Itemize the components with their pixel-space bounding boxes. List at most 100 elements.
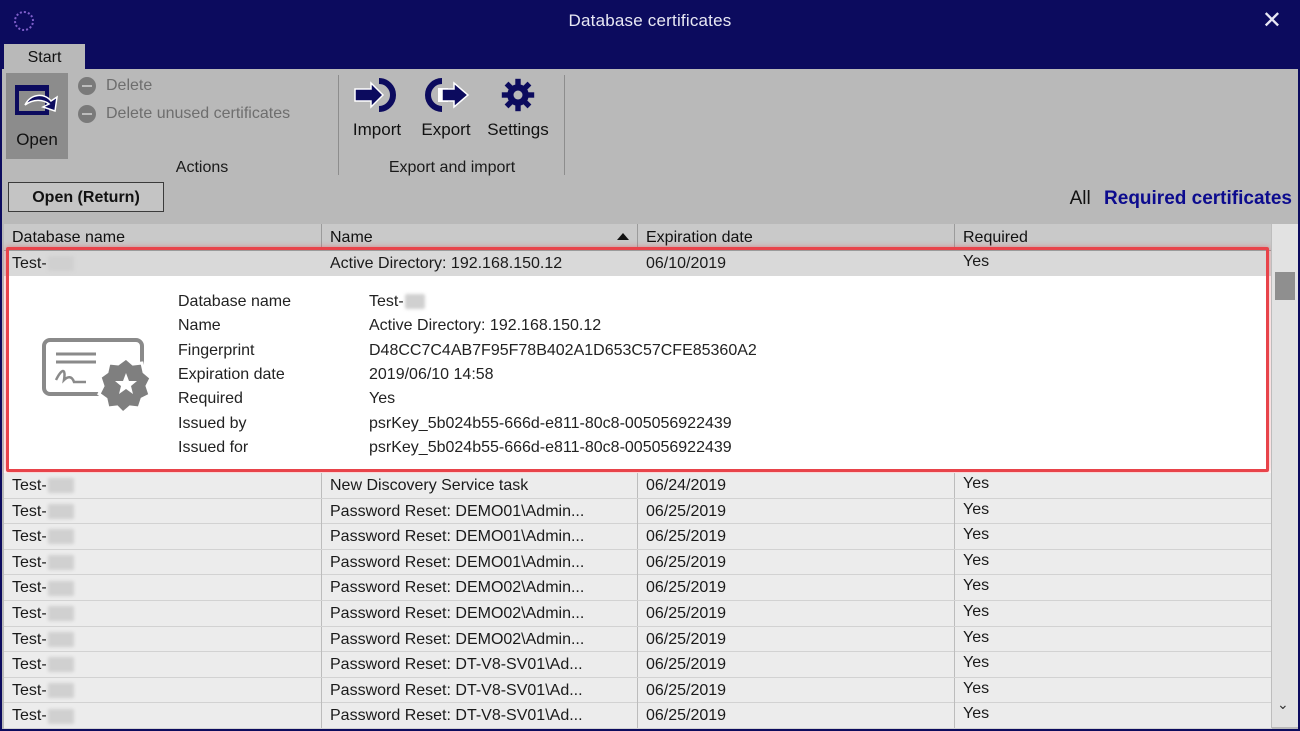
delete-button[interactable]: Delete [78,77,152,95]
cell-expiration-date: 06/25/2019 [638,549,955,575]
delete-unused-icon [78,105,96,123]
cell-database-name: Test- [4,626,322,652]
cell-database-name: Test- [4,498,322,524]
open-return-button[interactable]: Open (Return) [8,182,164,212]
cell-name: New Discovery Service task [322,473,638,498]
import-button-label: Import [352,120,402,139]
filter-all-link[interactable]: All [1070,188,1091,209]
table-row[interactable]: Test- Password Reset: DEMO02\Admin... 06/2… [4,626,1272,653]
cell-database-name: Test- [4,473,322,498]
cell-database-name: Test- [4,575,322,601]
group-separator [338,75,339,175]
cell-required: Yes [955,626,1272,652]
cell-expiration-date: 06/25/2019 [638,524,955,550]
table-row[interactable]: Test- New Discovery Service task 06/24/201… [4,473,1272,499]
ribbon-tab-strip [2,42,1298,69]
open-button-label: Open [16,130,58,149]
cell-expiration-date: 06/25/2019 [638,626,955,652]
table-row[interactable]: Test- Password Reset: DT-V8-SV01\Ad... 06/… [4,677,1272,704]
cell-expiration-date: 06/25/2019 [638,575,955,601]
cell-required: Yes [955,498,1272,524]
delete-button-label: Delete [106,77,153,94]
redacted-text [47,503,74,519]
import-icon [354,78,396,112]
cell-database-name: Test- [4,524,322,550]
cell-name: Password Reset: DT-V8-SV01\Ad... [322,677,638,703]
detail-label-required: Required [178,390,243,407]
cell-required: Yes [955,601,1272,626]
detail-label-issued-for: Issued for [178,439,249,456]
settings-button[interactable]: Settings [482,77,554,140]
open-icon [15,85,58,115]
import-button[interactable]: Import [346,77,408,140]
table-row[interactable]: Test- Password Reset: DEMO02\Admin... 06/2… [4,601,1272,627]
redacted-text [47,631,74,647]
cell-database-name: Test- [4,652,322,678]
certificate-icon [42,338,153,414]
sort-ascending-icon [617,233,629,240]
table-row[interactable]: Test- Password Reset: DT-V8-SV01\Ad... 06/… [4,703,1272,729]
cell-name: Password Reset: DEMO01\Admin... [322,524,638,550]
tab-start[interactable]: Start [4,44,85,71]
filter-required-link[interactable]: Required certificates [1104,188,1292,209]
cell-expiration-date: 06/24/2019 [638,473,955,498]
detail-value-name: Active Directory: 192.168.150.12 [369,317,602,334]
scroll-down-icon[interactable]: ⌄ [1277,696,1289,713]
cell-expiration-date: 06/25/2019 [638,677,955,703]
ribbon: Open Delete Delete unused certificates A… [2,69,1298,181]
title-bar: Database certificates ✕ [2,2,1298,42]
redacted-text [47,529,74,545]
cell-required: Yes [955,524,1272,550]
cell-required: Yes [955,677,1272,703]
cell-expiration-date: 06/25/2019 [638,498,955,524]
redacted-text [47,478,74,494]
cell-database-name: Test- [4,677,322,703]
delete-icon [78,77,96,95]
cell-required: Yes [955,652,1272,678]
cell-expiration-date: 06/25/2019 [638,652,955,678]
database-certificates-window: Database certificates ✕ Start Open Delet… [0,0,1300,731]
cell-name: Password Reset: DEMO01\Admin... [322,498,638,524]
delete-unused-button-label: Delete unused certificates [106,105,291,122]
cell-database-name: Test- [4,549,322,575]
secondary-toolbar: Open (Return) All Required certificates [2,180,1298,222]
scrollbar-thumb[interactable] [1275,272,1295,300]
delete-unused-button[interactable]: Delete unused certificates [78,105,290,123]
detail-value-issued-by: psrKey_5b024b55-666d-e811-80c8-005056922… [369,415,732,432]
detail-value-expiration-date: 2019/06/10 14:58 [369,366,494,383]
table-row[interactable]: Test- Password Reset: DEMO02\Admin... 06/2… [4,575,1272,601]
certificate-filter: All Required certificates [1070,188,1292,210]
detail-value-fingerprint: D48CC7C4AB7F95F78B402A1D653C57CFE85360A2 [369,342,757,359]
cell-name: Password Reset: DT-V8-SV01\Ad... [322,703,638,729]
cell-required: Yes [955,473,1272,498]
cell-database-name: Test- [4,703,322,729]
cell-expiration-date: 06/25/2019 [638,703,955,729]
cell-expiration-date: 06/25/2019 [638,601,955,626]
table-row[interactable]: Test- Password Reset: DEMO01\Admin... 06/2… [4,498,1272,525]
export-button[interactable]: Export [414,77,478,140]
table-row[interactable]: Test- Password Reset: DEMO01\Admin... 06/2… [4,524,1272,550]
detail-value-database-name: Test- [369,293,425,311]
settings-button-label: Settings [487,120,549,139]
redacted-text [47,555,74,571]
table-row[interactable]: Test- Password Reset: DT-V8-SV01\Ad... 06/… [4,652,1272,678]
detail-label-database-name: Database name [178,293,291,310]
export-icon [425,78,470,112]
cell-name: Password Reset: DEMO01\Admin... [322,549,638,575]
detail-label-issued-by: Issued by [178,415,247,432]
gear-icon [501,78,535,112]
redacted-text [47,683,74,699]
cell-database-name: Test- [4,601,322,626]
close-icon[interactable]: ✕ [1262,6,1282,35]
open-button[interactable]: Open [6,73,68,159]
window-title: Database certificates [568,11,732,30]
cell-required: Yes [955,703,1272,729]
export-import-group-label: Export and import [388,159,516,176]
cell-name: Password Reset: DT-V8-SV01\Ad... [322,652,638,678]
cell-required: Yes [955,549,1272,575]
actions-group-label: Actions [175,159,229,176]
table-row[interactable]: Test- Password Reset: DEMO01\Admin... 06/2… [4,549,1272,576]
vertical-scrollbar[interactable]: ⌄ [1271,224,1298,727]
detail-value-required: Yes [369,390,396,407]
redacted-text [404,294,425,310]
